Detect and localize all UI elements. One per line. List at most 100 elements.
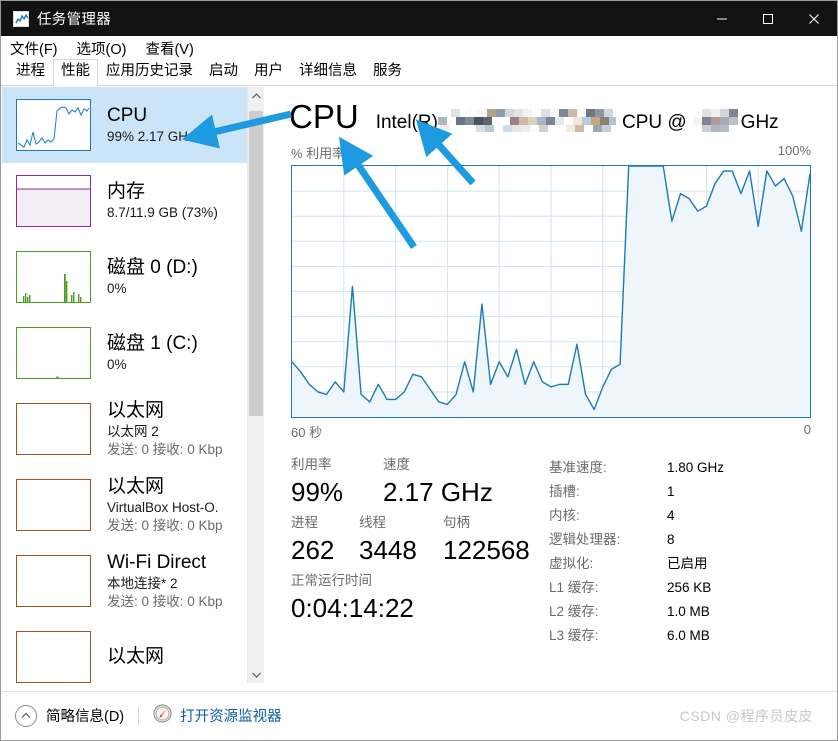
wifi-direct-title: Wi-Fi Direct [107, 552, 207, 573]
tab-users[interactable]: 用户 [246, 59, 291, 85]
open-resource-monitor-link[interactable]: 打开资源监视器 [153, 703, 282, 728]
sidebar-scrollbar[interactable] [247, 87, 264, 683]
cpu-thumbnail [16, 99, 91, 151]
spec-virtualization: 虚拟化: 已启用 [549, 552, 724, 576]
sidebar-item-disk-1[interactable]: 磁盘 1 (C:) 0% [2, 315, 247, 391]
scrollbar-thumb[interactable] [249, 111, 263, 416]
menu-view[interactable]: 查看(V) [145, 38, 193, 59]
spec-logical-processors: 逻辑处理器: 8 [549, 528, 724, 552]
utilization-value: 99% [291, 477, 344, 507]
tab-processes[interactable]: 进程 [8, 59, 53, 85]
disk-0-labels: 磁盘 0 (D:) 0% [107, 256, 198, 298]
memory-thumbnail [16, 175, 91, 227]
resource-monitor-icon [153, 703, 172, 728]
wifi-direct-throughput: 发送: 0 接收: 0 Kbp [107, 594, 223, 609]
spec-l3-cache-value: 6.0 MB [667, 628, 710, 643]
performance-panel: CPU Intel(R) CPU @ GHz % 利用率 100% 60 秒 0… [265, 87, 837, 683]
tab-strip: 进程 性能 应用历史记录 启动 用户 详细信息 服务 [1, 59, 837, 86]
spec-logical-processors-key: 逻辑处理器: [549, 532, 621, 547]
ethernet-1-throughput: 发送: 0 接收: 0 Kbp [107, 442, 223, 457]
ethernet-1-labels: 以太网 以太网 2 发送: 0 接收: 0 Kbp [107, 399, 223, 459]
memory-subtitle: 8.7/11.9 GB (73%) [107, 205, 218, 220]
ethernet-2-title: 以太网 [107, 476, 165, 497]
stat-handles: 句柄 122568 [443, 512, 530, 567]
tab-app-history[interactable]: 应用历史记录 [98, 59, 201, 85]
spec-virtualization-key: 虚拟化: [549, 556, 594, 571]
graph-top-axis: % 利用率 100% [265, 139, 837, 165]
disk-0-title: 磁盘 0 (D:) [107, 257, 198, 278]
ethernet-2-labels: 以太网 VirtualBox Host-O. 发送: 0 接收: 0 Kbp [107, 475, 223, 535]
stat-uptime: 正常运行时间 0:04:14:22 [291, 570, 549, 625]
spec-l2-cache-value: 1.0 MB [667, 604, 710, 619]
sidebar-item-disk-0[interactable]: 磁盘 0 (D:) 0% [2, 239, 247, 315]
chevron-up-circle-icon [15, 704, 37, 727]
ethernet-2-adapter: VirtualBox Host-O. [107, 500, 219, 515]
resource-sidebar[interactable]: CPU 99% 2.17 GHz 内存 8.7/11.9 GB (73%) 磁盘… [2, 87, 248, 683]
scroll-up-arrow-icon[interactable] [248, 87, 264, 104]
uptime-value: 0:04:14:22 [291, 593, 414, 623]
wifi-direct-thumbnail [16, 555, 91, 607]
tab-details[interactable]: 详细信息 [291, 59, 365, 85]
spec-l1-cache: L1 缓存: 256 KB [549, 576, 724, 600]
ethernet-2-thumbnail [16, 479, 91, 531]
fewer-details-button[interactable]: 简略信息(D) [15, 704, 125, 727]
stat-threads: 线程 3448 [359, 512, 443, 567]
spec-base-speed-key: 基准速度: [549, 460, 607, 475]
tab-startup[interactable]: 启动 [201, 59, 246, 85]
spec-l1-cache-value: 256 KB [667, 580, 712, 595]
cpu-labels: CPU 99% 2.17 GHz [107, 104, 195, 146]
sidebar-item-memory[interactable]: 内存 8.7/11.9 GB (73%) [2, 163, 247, 239]
ethernet-3-labels: 以太网 [107, 645, 164, 669]
stat-utilization: 利用率 99% [291, 454, 383, 509]
sidebar-item-ethernet-2[interactable]: 以太网 VirtualBox Host-O. 发送: 0 接收: 0 Kbp [2, 467, 247, 543]
speed-value: 2.17 GHz [383, 477, 493, 507]
spec-cores: 内核: 4 [549, 504, 724, 528]
minimize-button[interactable] [699, 1, 745, 36]
cpu-utilization-graph [291, 165, 811, 418]
window-title: 任务管理器 [37, 12, 111, 28]
sidebar-item-wifi-direct[interactable]: Wi-Fi Direct 本地连接* 2 发送: 0 接收: 0 Kbp [2, 543, 247, 619]
tab-performance[interactable]: 性能 [53, 59, 98, 86]
close-button[interactable] [791, 1, 837, 36]
sidebar-item-ethernet-3[interactable]: 以太网 [2, 619, 247, 683]
fewer-details-label: 简略信息(D) [46, 709, 125, 725]
graph-y-max: 100% [777, 143, 811, 158]
speed-label: 速度 [383, 457, 410, 472]
spec-logical-processors-value: 8 [667, 532, 675, 547]
cpu-vendor: Intel(R) [375, 112, 438, 133]
graph-y-label: % 利用率 [291, 146, 346, 161]
disk-1-thumbnail [16, 327, 91, 379]
cpu-stats: 利用率 99% 速度 2.17 GHz 进程 262 线程 3448 句柄 12… [265, 444, 837, 648]
scroll-down-arrow-icon[interactable] [248, 666, 264, 683]
ethernet-3-thumbnail [16, 631, 91, 683]
tab-services[interactable]: 服务 [365, 59, 410, 85]
wifi-direct-adapter: 本地连接* 2 [107, 576, 178, 591]
maximize-button[interactable] [745, 1, 791, 36]
wifi-direct-labels: Wi-Fi Direct 本地连接* 2 发送: 0 接收: 0 Kbp [107, 551, 223, 611]
threads-value: 3448 [359, 535, 417, 565]
menu-bar: 文件(F) 选项(O) 查看(V) [1, 36, 837, 61]
graph-bottom-axis: 60 秒 0 [265, 418, 837, 444]
utilization-label: 利用率 [291, 457, 332, 472]
spec-l3-cache-key: L3 缓存: [549, 628, 599, 643]
stat-row-processes-threads-handles: 进程 262 线程 3448 句柄 122568 [291, 512, 549, 567]
menu-options[interactable]: 选项(O) [77, 38, 127, 59]
uptime-label: 正常运行时间 [291, 573, 372, 588]
cpu-at-label: CPU @ [621, 112, 687, 133]
spec-virtualization-value: 已启用 [667, 556, 708, 571]
disk-0-thumbnail [16, 251, 91, 303]
spec-cores-value: 4 [667, 508, 675, 523]
ethernet-2-throughput: 发送: 0 接收: 0 Kbp [107, 518, 223, 533]
spec-base-speed: 基准速度: 1.80 GHz [549, 456, 724, 480]
sidebar-item-cpu[interactable]: CPU 99% 2.17 GHz [2, 87, 247, 163]
spec-cores-key: 内核: [549, 508, 580, 523]
page-title: CPU [289, 98, 359, 135]
menu-file[interactable]: 文件(F) [10, 38, 58, 59]
ethernet-1-title: 以太网 [107, 400, 165, 421]
spec-l2-cache: L2 缓存: 1.0 MB [549, 600, 724, 624]
cpu-model-redacted-icon [437, 107, 616, 139]
handles-value: 122568 [443, 535, 530, 565]
status-separator [138, 707, 140, 724]
sidebar-item-ethernet-1[interactable]: 以太网 以太网 2 发送: 0 接收: 0 Kbp [2, 391, 247, 467]
spec-sockets: 插槽: 1 [549, 480, 724, 504]
